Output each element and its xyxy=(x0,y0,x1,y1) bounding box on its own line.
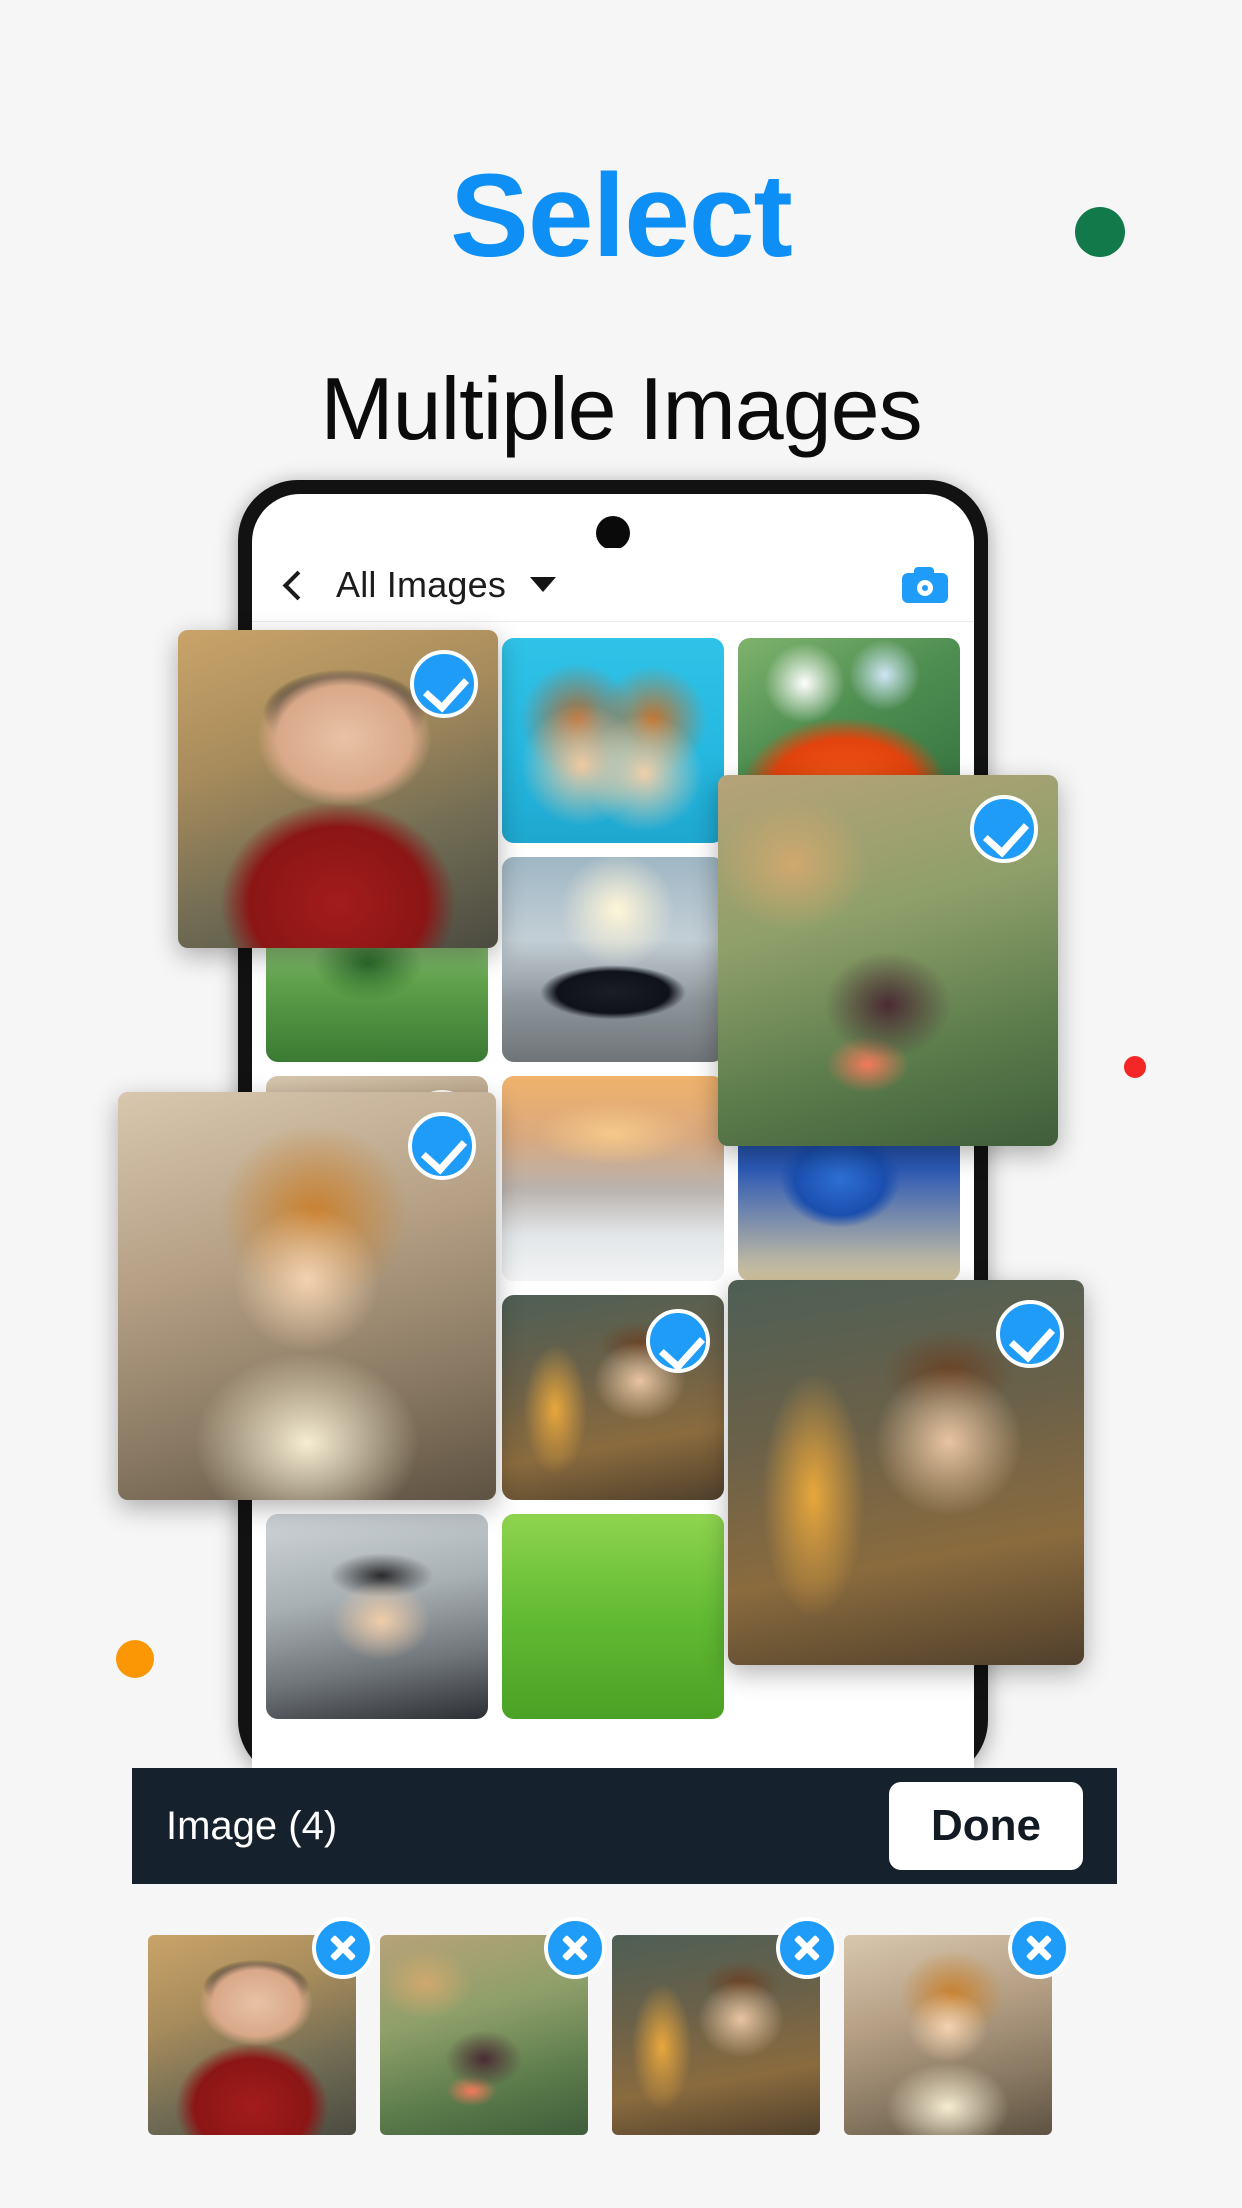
decor-dot-orange xyxy=(116,1640,154,1678)
photo-grid-cell[interactable] xyxy=(502,638,724,843)
close-icon[interactable] xyxy=(312,1917,374,1979)
check-icon[interactable] xyxy=(970,795,1038,863)
selection-action-bar: Image (4) Done xyxy=(132,1768,1117,1884)
friends-3d-glasses-photo xyxy=(502,638,724,843)
camera-icon[interactable] xyxy=(902,566,948,603)
close-icon[interactable] xyxy=(544,1917,606,1979)
selected-thumbnail[interactable] xyxy=(844,1917,1070,2135)
selected-thumbnail[interactable] xyxy=(380,1917,606,2135)
photo-grid-cell[interactable] xyxy=(502,1076,724,1281)
check-icon[interactable] xyxy=(408,1112,476,1180)
photo-grid-cell[interactable] xyxy=(502,1514,724,1719)
caret-down-icon[interactable] xyxy=(530,577,557,592)
selected-thumbnail[interactable] xyxy=(612,1917,838,2135)
check-icon[interactable] xyxy=(646,1309,710,1373)
chevron-left-icon[interactable] xyxy=(278,570,308,600)
camera-icon-lens xyxy=(917,579,933,596)
green-grass-field-photo xyxy=(502,1514,724,1719)
sports-car-road-photo xyxy=(502,857,724,1062)
app-bar: All Images xyxy=(252,548,974,622)
close-icon[interactable] xyxy=(776,1917,838,1979)
selected-count-label: Image (4) xyxy=(166,1803,338,1848)
close-icon[interactable] xyxy=(1008,1917,1070,1979)
decor-dot-green xyxy=(1075,207,1125,257)
decor-dot-red xyxy=(1124,1056,1146,1078)
popped-photo-card[interactable] xyxy=(118,1092,496,1500)
photo-grid-cell[interactable] xyxy=(502,1295,724,1500)
woman-black-hat-photo xyxy=(266,1514,488,1719)
photo-grid-cell[interactable] xyxy=(502,857,724,1062)
selected-thumbnails-strip[interactable] xyxy=(148,1917,1088,2145)
check-icon[interactable] xyxy=(996,1300,1064,1368)
done-button[interactable]: Done xyxy=(889,1782,1083,1870)
popped-photo-card[interactable] xyxy=(728,1280,1084,1665)
promo-screenshot: Select Multiple Images All Images Image … xyxy=(0,0,1242,2208)
page-title: Select xyxy=(450,150,793,283)
selected-thumbnail[interactable] xyxy=(148,1917,374,2135)
album-title: All Images xyxy=(336,563,507,605)
popped-photo-card[interactable] xyxy=(178,630,498,948)
page-subtitle: Multiple Images xyxy=(320,359,922,459)
check-icon[interactable] xyxy=(410,650,478,718)
popped-photo-card[interactable] xyxy=(718,775,1058,1146)
photo-grid-cell[interactable] xyxy=(266,1514,488,1719)
winter-sunset-trees-photo xyxy=(502,1076,724,1281)
front-camera-punch-hole xyxy=(596,516,630,550)
